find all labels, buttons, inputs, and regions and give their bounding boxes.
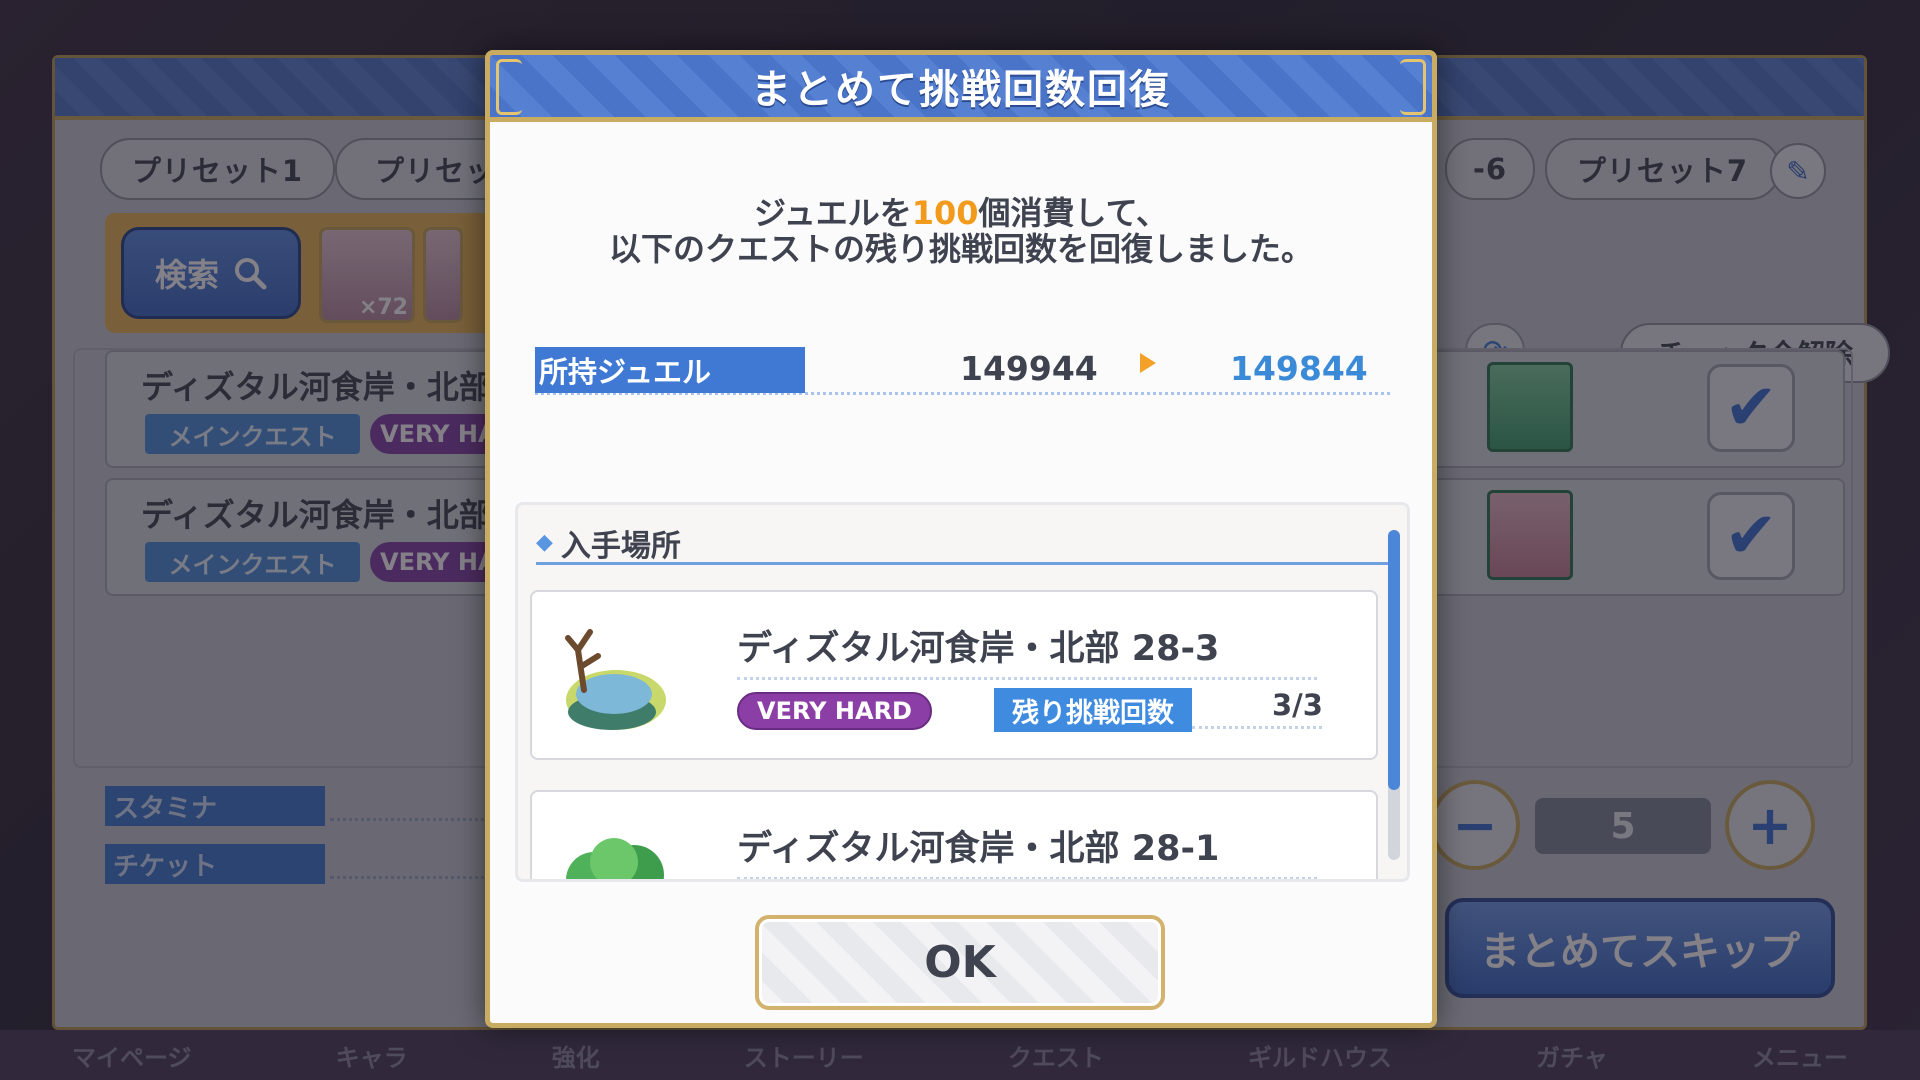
pencil-icon: ✎ — [1786, 154, 1810, 188]
tab-preset-7[interactable]: プリセット7 — [1545, 138, 1780, 200]
nav-item-quest[interactable]: クエスト — [1008, 1038, 1104, 1073]
bulk-skip-button[interactable]: まとめてスキップ — [1445, 898, 1835, 998]
game-screen: プリセット1 プリセッ -6 プリセット7 ✎ 検索 ×72 ⟳ チェック全解除 — [0, 0, 1920, 1080]
tab-preset-6[interactable]: -6 — [1445, 138, 1535, 200]
message-prefix: ジュエルを — [753, 194, 912, 232]
quest-name: ディズタル河食岸・北部 28-3 — [737, 620, 1317, 680]
source-heading: ◆ 入手場所 — [536, 523, 1391, 565]
corner-ornament — [496, 59, 522, 115]
main-quest-tag: メインクエスト — [145, 414, 360, 454]
message-line-2: 以下のクエストの残り挑戦回数を回復しました。 — [608, 230, 1313, 268]
filter-highlight: 検索 ×72 — [105, 213, 505, 333]
quest-card[interactable]: ディズタル河食岸・北部 28-3 VERY HARD 残り挑戦回数 3/3 — [530, 590, 1378, 760]
scrollbar-thumb[interactable] — [1388, 530, 1400, 790]
quest-card[interactable]: ディズタル河食岸・北部 28-1 — [530, 790, 1378, 879]
nav-item-guildhouse[interactable]: ギルドハウス — [1248, 1038, 1392, 1073]
arrow-right-icon — [1140, 353, 1156, 373]
decrement-button[interactable]: − — [1430, 780, 1520, 870]
remaining-count: 3/3 — [1272, 688, 1323, 722]
remaining-label: 残り挑戦回数 — [994, 688, 1192, 732]
increment-button[interactable]: + — [1725, 780, 1815, 870]
ticket-label: チケット — [105, 844, 325, 884]
dialog-title: まとめて挑戦回数回復 — [751, 67, 1171, 113]
nav-item-mypage[interactable]: マイページ — [72, 1038, 192, 1073]
message-suffix: 個消費して、 — [978, 194, 1168, 232]
quest-title: ディズタル河食岸・北部 — [141, 368, 491, 406]
character-thumbnail[interactable]: ×72 — [319, 227, 415, 323]
remaining-line — [1192, 726, 1322, 729]
minus-icon: − — [1452, 793, 1498, 857]
search-icon — [235, 258, 267, 290]
avatar-count-badge: ×72 — [358, 295, 408, 320]
stamina-line — [330, 818, 510, 821]
nav-item-story[interactable]: ストーリー — [744, 1038, 864, 1073]
stamina-label: スタミナ — [105, 786, 325, 826]
nav-item-character[interactable]: キャラ — [336, 1038, 408, 1073]
main-quest-tag: メインクエスト — [145, 542, 360, 582]
jewel-before: 149944 — [960, 349, 1098, 388]
jewel-after: 149844 — [1230, 349, 1368, 388]
jewel-label: 所持ジュエル — [535, 347, 805, 393]
nav-item-menu[interactable]: メニュー — [1752, 1038, 1848, 1073]
ok-button[interactable]: OK — [755, 915, 1165, 1010]
jewel-balance-row: 所持ジュエル 149944 149844 — [535, 347, 1390, 395]
search-button[interactable]: 検索 — [121, 227, 301, 319]
nav-item-enhance[interactable]: 強化 — [552, 1038, 600, 1073]
corner-ornament — [1400, 59, 1426, 115]
nav-item-gacha[interactable]: ガチャ — [1536, 1038, 1608, 1073]
search-label: 検索 — [154, 256, 219, 294]
edit-preset-button[interactable]: ✎ — [1770, 143, 1826, 199]
tab-preset-1[interactable]: プリセット1 — [100, 138, 335, 200]
result-message: ジュエルを100個消費して、 以下のクエストの残り挑戦回数を回復しました。 — [490, 195, 1432, 267]
quest-name: ディズタル河食岸・北部 28-1 — [737, 820, 1317, 879]
recovery-dialog: まとめて挑戦回数回復 ジュエルを100個消費して、 以下のクエストの残り挑戦回数… — [485, 50, 1437, 1028]
quest-checkbox[interactable]: ✔ — [1707, 364, 1795, 452]
acquisition-source-box: ◆ 入手場所 ディズタル河食岸・北部 28-3 VERY HARD 残り挑戦回数… — [515, 502, 1410, 882]
tree-island-icon — [565, 629, 666, 730]
source-heading-label: 入手場所 — [560, 528, 681, 564]
plus-icon: + — [1747, 793, 1793, 857]
scrollbar[interactable] — [1388, 530, 1400, 860]
item-icon — [1487, 362, 1573, 452]
quest-checkbox[interactable]: ✔ — [1707, 492, 1795, 580]
character-thumbnail[interactable] — [423, 227, 463, 323]
check-icon: ✔ — [1724, 499, 1778, 573]
item-icon — [1487, 490, 1573, 580]
diamond-icon: ◆ — [536, 530, 553, 555]
bottom-navigation: マイページ キャラ 強化 ストーリー クエスト ギルドハウス ガチャ メニュー — [0, 1030, 1920, 1080]
bush-island-icon — [566, 838, 664, 879]
skip-count-value: 5 — [1535, 798, 1711, 854]
jewel-cost: 100 — [911, 194, 979, 232]
dialog-header: まとめて挑戦回数回復 — [485, 50, 1437, 122]
ticket-line — [330, 876, 510, 879]
message-line-1: ジュエルを100個消費して、 — [490, 195, 1432, 231]
check-icon: ✔ — [1724, 371, 1778, 445]
difficulty-badge: VERY HARD — [737, 692, 932, 730]
quest-title: ディズタル河食岸・北部 — [141, 496, 491, 534]
